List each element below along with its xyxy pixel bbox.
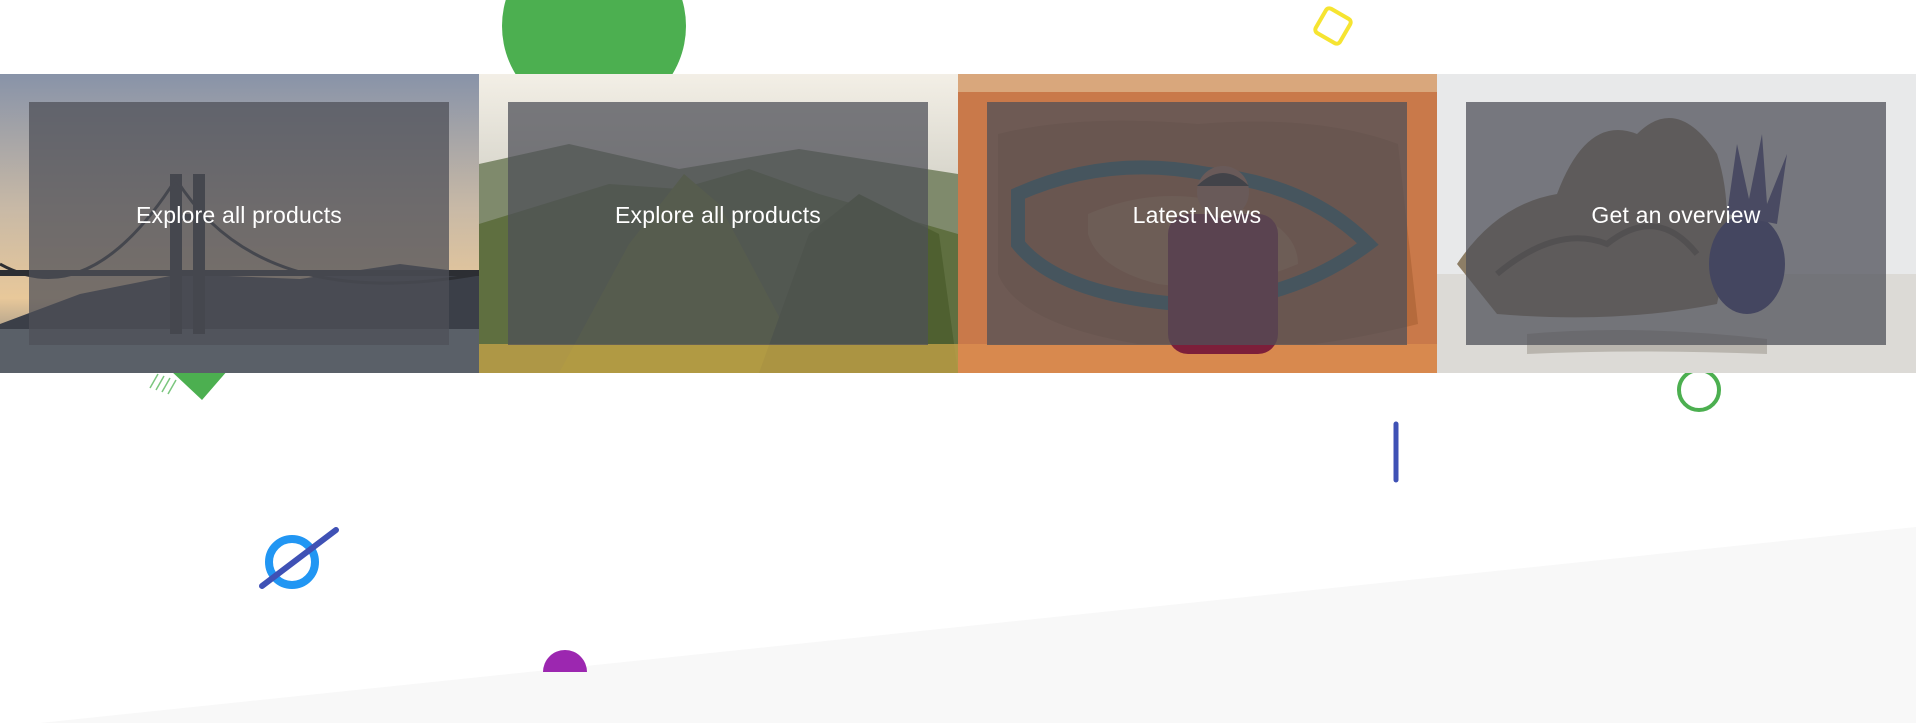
indigo-bar-decoration bbox=[1393, 421, 1399, 483]
tile-label: Get an overview bbox=[1591, 202, 1761, 228]
tile-golden-gate[interactable]: Explore all products bbox=[0, 74, 479, 373]
tile-overlay: Get an overview bbox=[1466, 102, 1886, 345]
purple-half-circle-decoration bbox=[543, 650, 587, 672]
tile-mountain-ridge[interactable]: Explore all products bbox=[479, 74, 958, 373]
tile-label: Latest News bbox=[1132, 202, 1262, 228]
tile-beach-pineapple[interactable]: Get an overview bbox=[1437, 74, 1916, 373]
tile-label: Explore all products bbox=[615, 202, 821, 228]
green-half-circle-decoration bbox=[502, 0, 686, 80]
tile-overlay: Explore all products bbox=[29, 102, 449, 345]
tile-overlay: Latest News bbox=[987, 102, 1407, 345]
tile-canyon[interactable]: Latest News bbox=[958, 74, 1437, 373]
blue-slashed-circle-decoration bbox=[259, 527, 339, 589]
green-ring-decoration bbox=[1677, 368, 1721, 412]
tile-overlay: Explore all products bbox=[508, 102, 928, 345]
tile-label: Explore all products bbox=[136, 202, 342, 228]
feature-tiles-row: Explore all products Explore all product… bbox=[0, 74, 1916, 373]
yellow-square-outline-decoration bbox=[1313, 6, 1353, 46]
